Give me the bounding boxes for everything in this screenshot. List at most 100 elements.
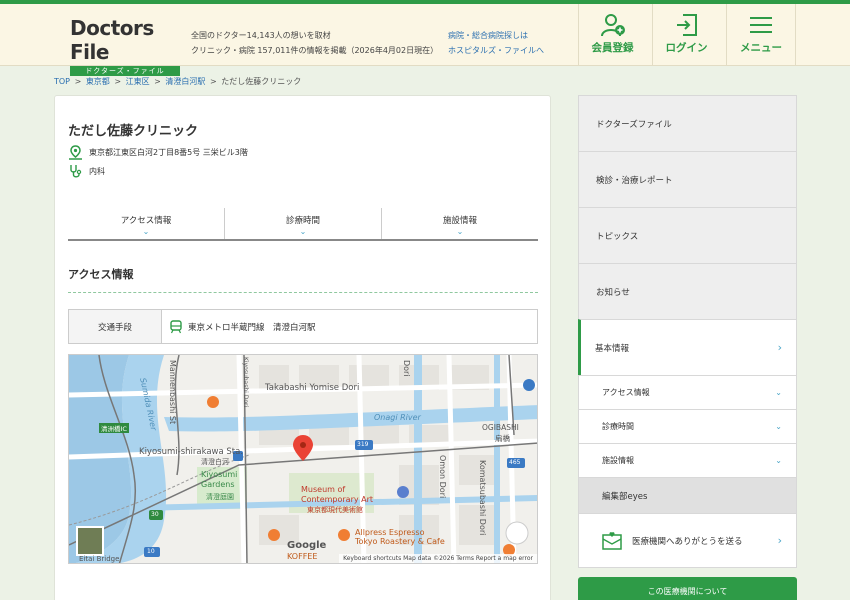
login-button[interactable]: ログイン (652, 4, 720, 66)
map-route-30: 30 (151, 511, 159, 518)
login-icon (676, 14, 697, 36)
map-label-onagi: Onagi River (374, 413, 421, 422)
breadcrumb-link-top[interactable]: TOP (54, 77, 70, 86)
map-label-station-jp: 清澄白河 (201, 458, 229, 466)
sidebar-subitem-label: アクセス情報 (602, 388, 650, 397)
breadcrumb-separator: > (154, 77, 161, 86)
register-button[interactable]: 会員登録 (578, 4, 646, 66)
menu-label: メニュー (740, 42, 782, 54)
hospitals-file-link[interactable]: 病院・総合病院探しは ホスピタルズ・ファイルへ (448, 28, 544, 58)
breadcrumb-separator: > (74, 77, 82, 86)
map-attribution[interactable]: Keyboard shortcuts Map data ©2026 Terms … (339, 554, 537, 563)
sidebar-item-news[interactable]: お知らせ (578, 263, 797, 319)
clinic-address: 東京都江東区白河2丁目8番5号 三栄ビル3階 (89, 148, 248, 157)
map-label-ogibashi: OGIBASHI (482, 423, 519, 432)
tab-hours[interactable]: 診療時間 ⌄ (224, 208, 381, 239)
breadcrumb-current: ただし佐藤クリニック (221, 77, 302, 86)
site-logo[interactable]: Doctors File ドクターズ・ファイル (70, 16, 180, 76)
sidebar-item-doctors-file[interactable]: ドクターズファイル (578, 95, 797, 151)
sidebar-item-basic-info[interactable]: 基本情報 › (578, 319, 797, 375)
section-divider (68, 292, 538, 293)
hospital-link-line2: ホスピタルズ・ファイルへ (448, 46, 544, 55)
map-label-museum-jp: 東京都現代美術館 (307, 506, 363, 514)
logo-subtitle: ドクターズ・ファイル (70, 66, 180, 76)
transport-value: 東京メトロ半蔵門線 清澄白河駅 (188, 322, 316, 333)
sidebar-item-reports[interactable]: 検診・治療レポート (578, 151, 797, 207)
chevron-down-icon: ⌄ (456, 227, 464, 236)
map-label-allpress: Allpress Espresso Tokyo Roastery & Cafe (355, 528, 445, 546)
sidebar-subitem-hours[interactable]: 診療時間 ⌄ (578, 409, 797, 443)
breadcrumb-separator: > (209, 77, 217, 86)
sidebar-item-label: 検診・治療レポート (596, 175, 673, 186)
about-clinic-button[interactable]: この医療機関について (578, 577, 797, 600)
tagline-clinics: クリニック・病院 157,011件の情報を掲載（2026年4月02日現在） (191, 46, 439, 55)
transport-value-cell: 東京メトロ半蔵門線 清澄白河駅 (162, 310, 537, 343)
clinic-section-tabs: アクセス情報 ⌄ 診療時間 ⌄ 施設情報 ⌄ (68, 208, 538, 241)
map-label-gardens-jp: 清澄庭園 (206, 493, 234, 501)
map-label-ogibashi-jp: 扇橋 (495, 434, 510, 443)
tab-access[interactable]: アクセス情報 ⌄ (68, 208, 224, 239)
breadcrumb: TOP > 東京都 > 江東区 > 清澄白河駅 > ただし佐藤クリニック (54, 76, 301, 87)
clinic-department-row: 内科 (68, 164, 105, 179)
login-label: ログイン (665, 42, 708, 54)
sidebar-subitem-facility[interactable]: 施設情報 ⌄ (578, 443, 797, 477)
map-label-ic: 清洲橋IC (99, 423, 129, 433)
google-map[interactable]: Sumida River Mannenbashi St Takabashi Yo… (68, 354, 538, 564)
breadcrumb-link-prefecture[interactable]: 東京都 (86, 77, 110, 86)
map-route-10: 10 (147, 548, 155, 555)
map-label-mannenbashi: Mannenbashi St (168, 360, 177, 425)
hospital-link-line1: 病院・総合病院探しは (448, 31, 528, 40)
map-label-komatsubashi: Komatsubashi Dori (478, 460, 487, 536)
map-label-takabashi: Takabashi Yomise Dori (265, 383, 360, 393)
breadcrumb-link-ward[interactable]: 江東区 (126, 77, 150, 86)
clinic-main-panel: ただし佐藤クリニック 東京都江東区白河2丁目8番5号 三栄ビル3階 内科 アクセ… (54, 95, 551, 600)
sidebar-item-label: ドクターズファイル (596, 119, 672, 130)
site-header: Doctors File ドクターズ・ファイル 全国のドクター14,143人の想… (0, 4, 850, 76)
register-label: 会員登録 (591, 42, 634, 54)
access-section-title: アクセス情報 (68, 268, 134, 281)
transport-label: 交通手段 (69, 310, 162, 343)
map-label-front-dori: Dori (402, 360, 411, 377)
menu-button[interactable]: メニュー (726, 4, 796, 66)
sidebar-item-label: お知らせ (596, 287, 630, 298)
chevron-right-icon: › (777, 341, 782, 354)
sidebar: ドクターズファイル 検診・治療レポート トピックス お知らせ 基本情報 › アク… (578, 95, 797, 568)
site-tagline: 全国のドクター14,143人の想いを取材 クリニック・病院 157,011件の情… (191, 28, 438, 58)
sidebar-item-label: トピックス (596, 231, 639, 242)
clinic-department: 内科 (89, 167, 105, 176)
send-thanks-label: 医療機関へありがとうを送る (632, 536, 743, 547)
google-logo: Google (287, 540, 327, 551)
logo-text: Doctors File (70, 16, 154, 64)
sidebar-subitem-label: 施設情報 (602, 456, 634, 465)
tagline-doctors: 全国のドクター14,143人の想いを取材 (191, 31, 331, 40)
chevron-down-icon: ⌄ (775, 422, 782, 431)
map-label-eitai: Eitai Bridge (79, 555, 120, 563)
chevron-down-icon: ⌄ (775, 456, 782, 465)
thanks-mail-icon (602, 531, 622, 550)
sidebar-item-topics[interactable]: トピックス (578, 207, 797, 263)
train-icon (170, 319, 182, 333)
tab-hours-label: 診療時間 (285, 216, 320, 226)
map-label-omon: Omon Dori (438, 455, 447, 499)
send-thanks-button[interactable]: 医療機関へありがとうを送る › (578, 513, 797, 568)
map-label-kiyosubashi: Kiyosubashi Dori (242, 357, 249, 408)
breadcrumb-link-station[interactable]: 清澄白河駅 (165, 77, 205, 86)
map-label-gardens: Kiyosumi Gardens (201, 470, 238, 489)
map-route-319: 319 (357, 441, 369, 448)
tab-facility[interactable]: 施設情報 ⌄ (381, 208, 538, 239)
map-label-museum: Museum of Contemporary Art (301, 485, 374, 504)
hamburger-icon (750, 17, 772, 33)
map-pin-icon (69, 145, 82, 160)
breadcrumb-separator: > (114, 77, 122, 86)
sidebar-subitem-label: 診療時間 (602, 422, 634, 431)
chevron-down-icon: ⌄ (299, 227, 307, 236)
sidebar-subitem-access[interactable]: アクセス情報 ⌄ (578, 375, 797, 409)
tab-access-label: アクセス情報 (120, 216, 172, 226)
user-add-icon (600, 14, 625, 37)
sidebar-item-editors-eyes[interactable]: 編集部eyes (578, 477, 797, 513)
map-label-koffee: KOFFEE (287, 552, 318, 561)
chevron-down-icon: ⌄ (142, 227, 150, 236)
sidebar-item-label: 基本情報 (595, 343, 630, 354)
sidebar-item-label: 編集部eyes (602, 491, 648, 502)
clinic-name: ただし佐藤クリニック (68, 124, 199, 139)
